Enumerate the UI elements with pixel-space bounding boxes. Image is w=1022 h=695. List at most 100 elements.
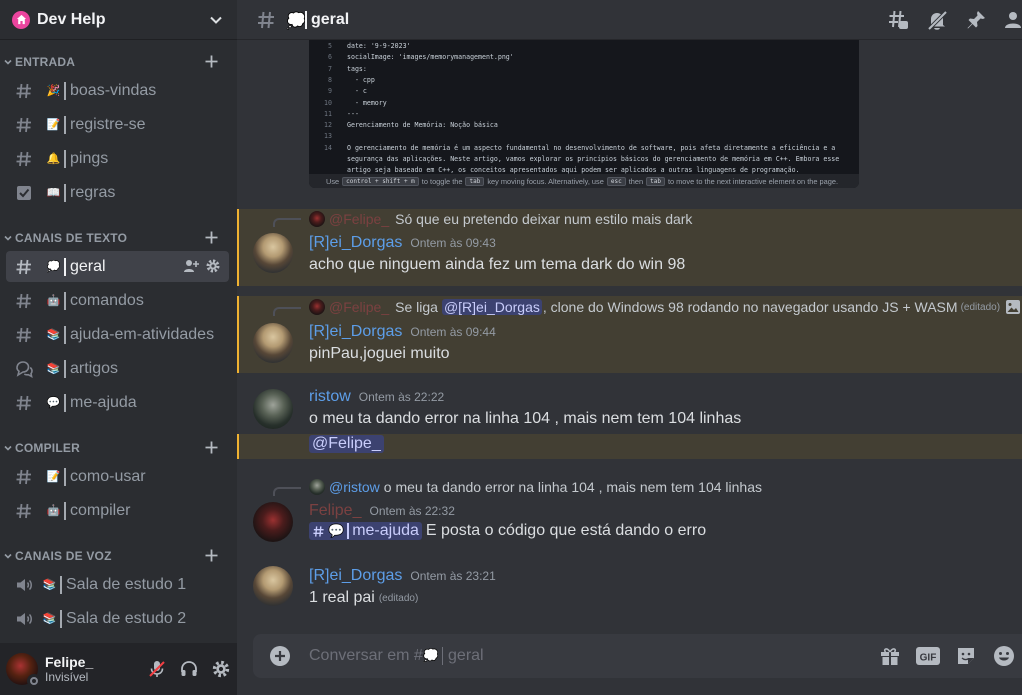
hash-icon: [16, 469, 31, 484]
mute-button[interactable]: [141, 653, 173, 685]
channel-divider: [64, 393, 66, 412]
channel-divider: [64, 257, 66, 276]
add-channel-icon[interactable]: [204, 548, 219, 563]
channel-me-ajuda[interactable]: 💬 me-ajuda: [6, 387, 229, 418]
code-screenshot-attachment[interactable]: 5 date: '9-9-2023' 6 socialImage: 'images/m…: [309, 40, 859, 188]
message-author[interactable]: Felipe_: [309, 502, 361, 520]
channel-como-usar[interactable]: 📝 como-usar: [6, 461, 229, 492]
reply-preview[interactable]: @Felipe_ Se liga @[R]ei_Dorgas , clone d…: [309, 299, 1021, 315]
server-home-icon: [12, 10, 30, 29]
message-timestamp: Ontem às 22:32: [369, 504, 455, 518]
book-emoji-icon: 📖: [46, 186, 61, 199]
channel-artigos[interactable]: 📚 artigos: [6, 353, 229, 384]
hash-icon: [16, 293, 31, 308]
edited-label: (editado): [378, 592, 419, 604]
channel-name: geral: [70, 257, 106, 275]
reply-text: o meu ta dando error na linha 104 , mais…: [383, 479, 762, 495]
reply-preview[interactable]: @ristow o meu ta dando error na linha 10…: [309, 479, 762, 495]
gif-button[interactable]: GIF: [915, 644, 941, 668]
category-canais-de-voz[interactable]: CANAIS DE VOZ: [0, 546, 237, 566]
user-mention[interactable]: @Felipe_: [309, 435, 384, 453]
message-author[interactable]: ristow: [309, 388, 351, 406]
hash-icon: [16, 117, 31, 132]
channel-compiler[interactable]: 🤖 compiler: [6, 495, 229, 526]
invite-member-icon[interactable]: [183, 258, 199, 274]
user-settings-button[interactable]: [205, 653, 237, 685]
category-canais-de-texto[interactable]: CANAIS DE TEXTO: [0, 228, 237, 248]
reply-text: Só que eu pretendo deixar num estilo mai…: [395, 211, 693, 227]
robot-emoji-icon: 🤖: [46, 504, 61, 517]
code-text: - c: [347, 87, 367, 96]
add-channel-icon[interactable]: [204, 54, 219, 69]
threads-icon[interactable]: [887, 9, 909, 31]
channel-name: pings: [70, 149, 109, 167]
channel-divider: [64, 359, 66, 378]
user-info[interactable]: Felipe_ Invisível: [45, 654, 141, 684]
avatar[interactable]: [6, 653, 41, 688]
channel-mention[interactable]: 💬 me-ajuda: [309, 522, 422, 540]
channel-pings[interactable]: 🔔 pings: [6, 143, 229, 174]
category-entrada[interactable]: ENTRADA: [0, 52, 237, 72]
message-header: Felipe_ Ontem às 22:32: [309, 502, 455, 520]
sticker-button[interactable]: [953, 644, 979, 668]
server-header[interactable]: Dev Help: [0, 0, 237, 40]
chevron-down-icon[interactable]: [209, 13, 223, 27]
channel-name: regras: [70, 183, 116, 201]
channel-divider: [64, 183, 66, 202]
message-composer[interactable]: Conversar em # 💭 geral GIF: [253, 634, 1022, 678]
channel-comandos[interactable]: 🤖 comandos: [6, 285, 229, 316]
channel-boas-vindas[interactable]: 🎉 boas-vindas: [6, 75, 229, 106]
notification-muted-icon[interactable]: [926, 9, 948, 31]
code-text: ---: [347, 109, 359, 118]
message-content: @Felipe_: [309, 435, 384, 453]
channel-regras[interactable]: 📖 regras: [6, 177, 229, 208]
channel-sidebar: Dev Help ENTRADA 🎉 boas-vindas 📝 registr…: [0, 0, 237, 695]
deafen-button[interactable]: [173, 653, 205, 685]
message-content: acho que ninguem ainda fez um tema dark …: [309, 256, 686, 273]
message-text: E posta o código que está dando o erro: [425, 522, 707, 539]
add-attachment-icon[interactable]: [269, 645, 291, 667]
voice-channel-sala-1[interactable]: 📚 Sala de estudo 1: [6, 569, 229, 600]
channel-geral[interactable]: 💭 geral: [6, 251, 229, 282]
user-mention[interactable]: @[R]ei_Dorgas: [441, 299, 542, 315]
chevron-down-icon: [4, 445, 12, 451]
pin-icon[interactable]: [965, 9, 987, 31]
avatar[interactable]: [253, 389, 293, 429]
channel-ajuda-em-atividades[interactable]: 📚 ajuda-em-atividades: [6, 319, 229, 350]
channel-divider: [64, 291, 66, 310]
code-text: socialImage: 'images/memorymanagement.pn…: [347, 53, 514, 62]
avatar[interactable]: [253, 566, 293, 606]
channel-divider: [347, 523, 350, 539]
party-emoji-icon: 🎉: [46, 84, 61, 97]
voice-channel-sala-2[interactable]: 📚 Sala de estudo 2: [6, 603, 229, 634]
emoji-button[interactable]: [991, 644, 1017, 668]
avatar[interactable]: [253, 323, 293, 363]
gear-icon[interactable]: [205, 258, 221, 274]
category-compiler[interactable]: COMPILER: [0, 438, 237, 458]
message-header: [R]ei_Dorgas Ontem às 23:21: [309, 567, 496, 585]
avatar[interactable]: [253, 233, 293, 273]
avatar[interactable]: [253, 502, 293, 542]
channel-divider: [64, 81, 66, 100]
message-author[interactable]: [R]ei_Dorgas: [309, 323, 402, 341]
reply-preview[interactable]: @Felipe_ Só que eu pretendo deixar num e…: [309, 211, 692, 227]
add-channel-icon[interactable]: [204, 230, 219, 245]
hash-icon: [313, 525, 324, 537]
channel-mention-name: me-ajuda: [352, 522, 419, 539]
message-author[interactable]: [R]ei_Dorgas: [309, 234, 402, 252]
reply-connector: [273, 487, 301, 496]
chevron-down-icon: [4, 235, 12, 241]
channel-registre-se[interactable]: 📝 registre-se: [6, 109, 229, 140]
server-name: Dev Help: [37, 10, 106, 28]
channel-divider: [305, 10, 307, 29]
member-list-icon[interactable]: [1004, 9, 1022, 31]
message-input[interactable]: Conversar em # 💭 geral: [309, 647, 484, 665]
channel-name: Sala de estudo 1: [66, 575, 187, 593]
reply-author: @ristow: [329, 479, 380, 495]
message-author[interactable]: [R]ei_Dorgas: [309, 567, 402, 585]
gift-button[interactable]: [877, 644, 903, 668]
code-footer: Use control + shift + m to toggle the ta…: [309, 174, 859, 188]
add-channel-icon[interactable]: [204, 440, 219, 455]
message-header: [R]ei_Dorgas Ontem às 09:43: [309, 234, 496, 252]
memo-emoji-icon: 📝: [46, 118, 61, 131]
